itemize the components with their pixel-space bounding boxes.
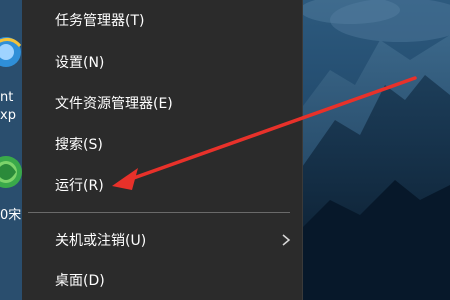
annotation-arrow-icon bbox=[112, 76, 417, 190]
desktop-screen: nt xp 0宋 任务管理器(T) 设置(N) 文件资源管理器(E) 搜索(S)… bbox=[0, 0, 450, 300]
